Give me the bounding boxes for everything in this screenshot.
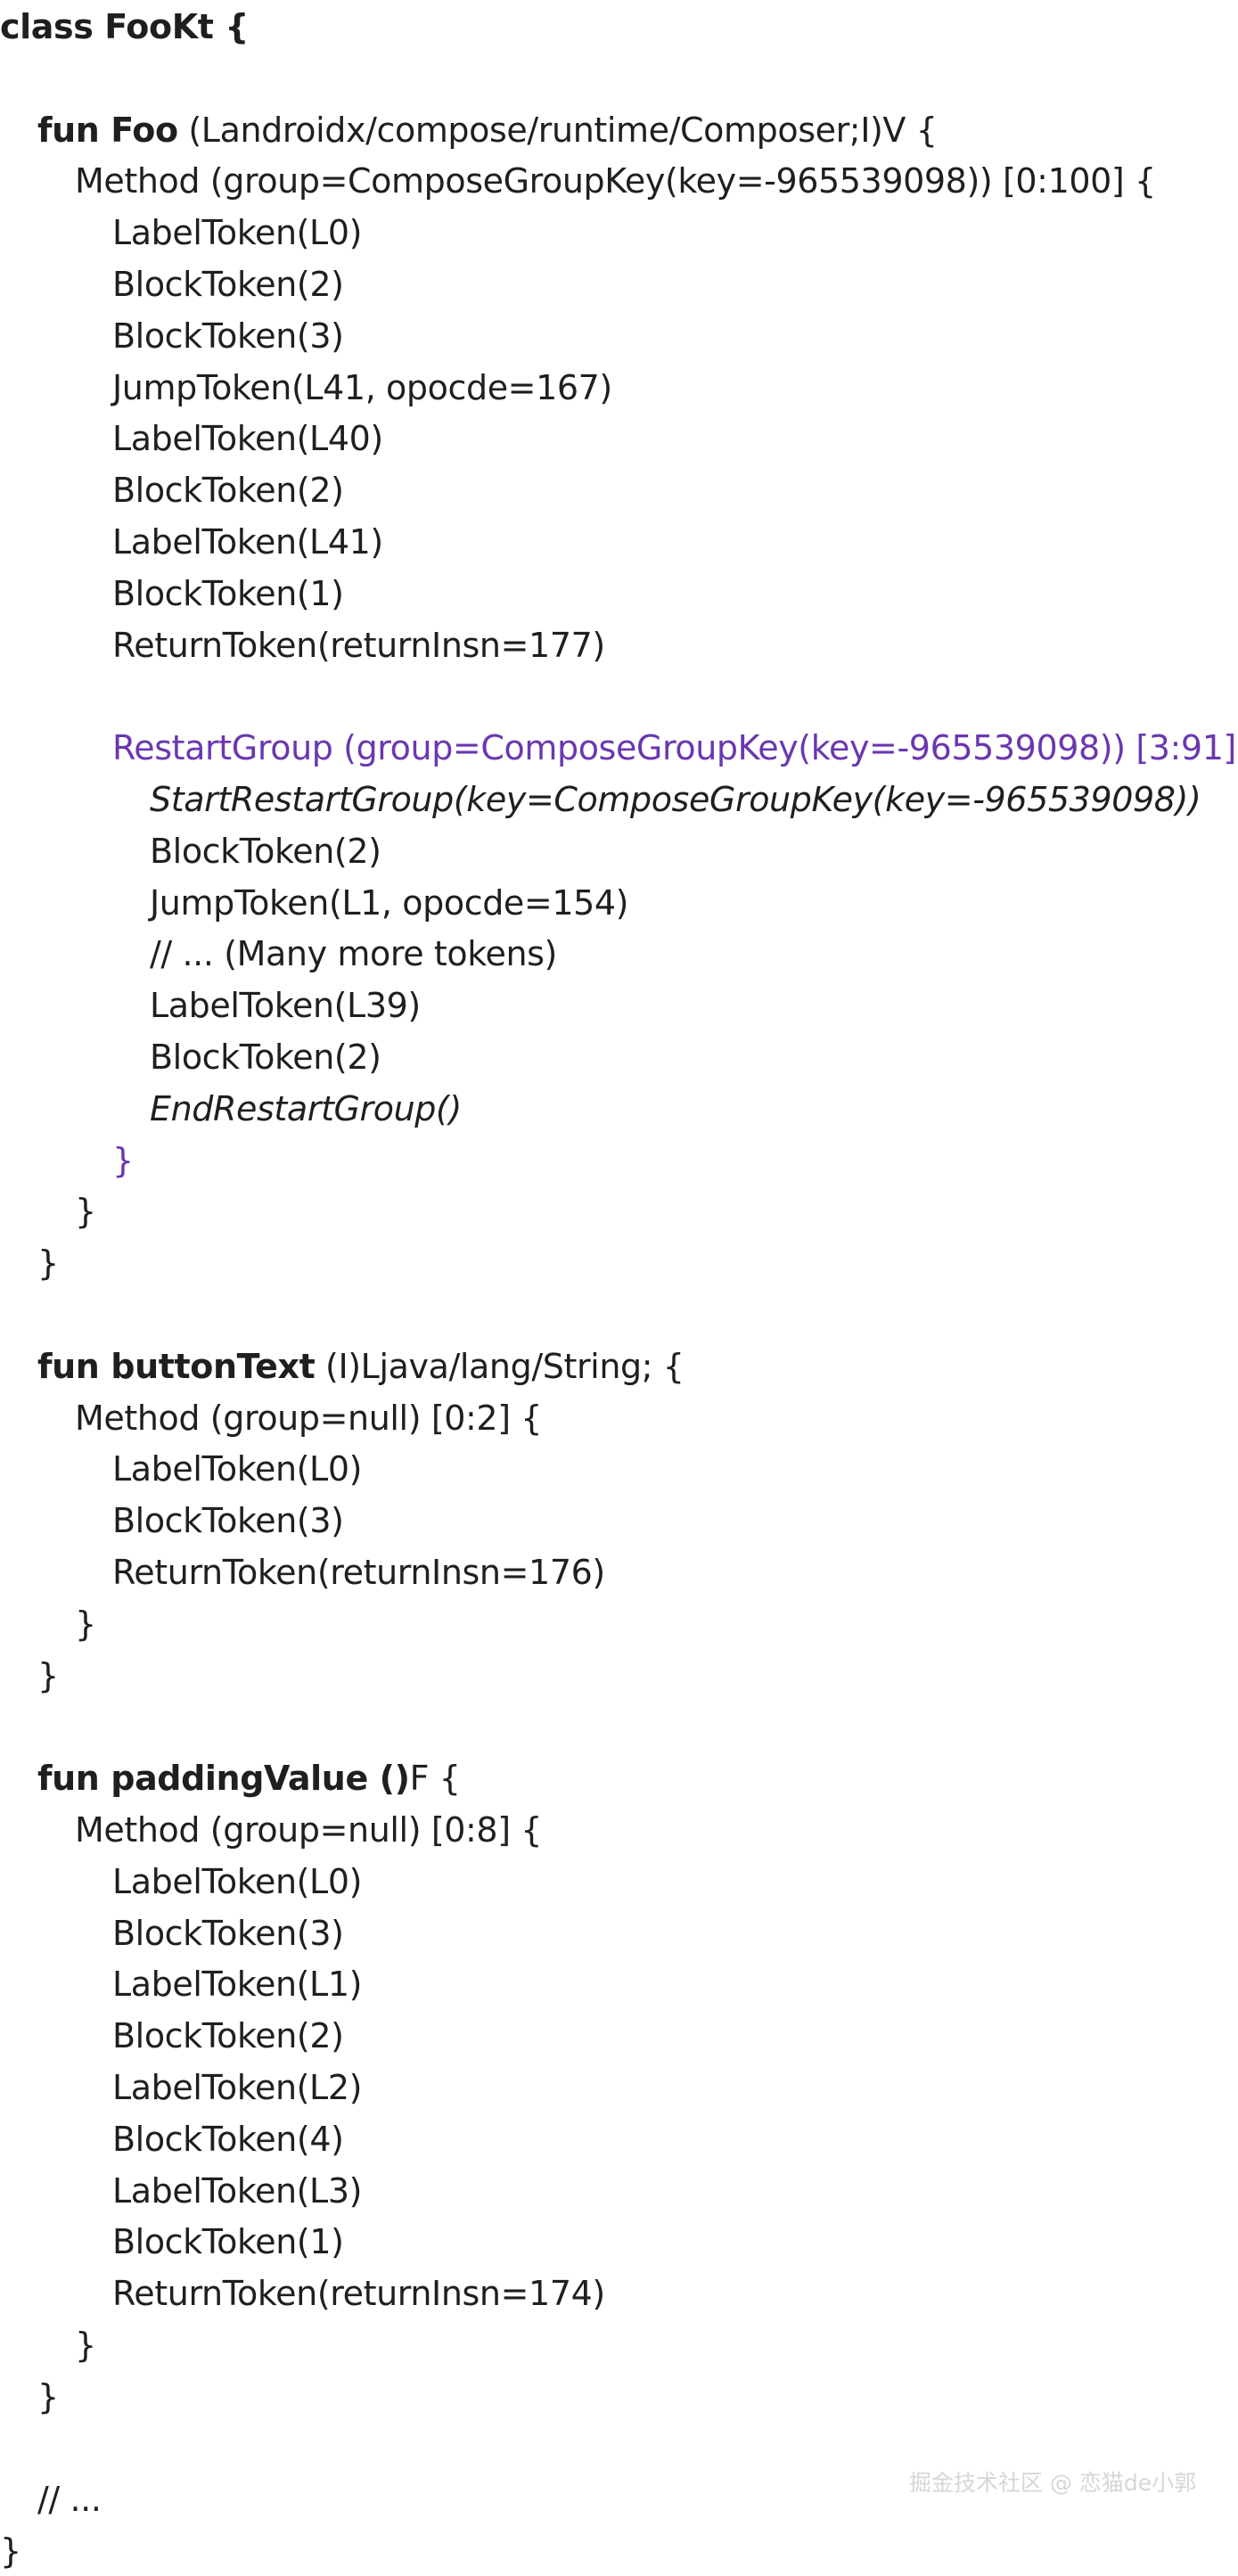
code-line: LabelToken(L0) [112,1444,362,1494]
code-line: } [75,1599,96,1649]
code-text: BlockToken(2) [112,471,344,511]
code-line: LabelToken(L0) [112,208,362,258]
code-text: } [37,2376,59,2416]
code-line: LabelToken(L3) [112,2166,362,2216]
code-line: RestartGroup (group=ComposeGroupKey(key=… [112,723,1238,773]
code-line: fun paddingValue ()F { [37,1753,461,1803]
code-line: fun buttonText (I)Ljava/lang/String; { [37,1341,685,1391]
code-line: BlockToken(2) [112,465,344,515]
code-text: ReturnToken(returnInsn=176) [112,1553,605,1592]
code-text: (I)Ljava/lang/String; { [315,1346,685,1386]
code-line: LabelToken(L2) [112,2063,362,2112]
code-line: Method (group=null) [0:8] { [75,1805,542,1855]
code-text: StartRestartGroup(key=ComposeGroupKey(ke… [150,780,1201,819]
code-line: } [37,2372,59,2422]
code-text: JumpToken(L1, opocde=154) [150,882,629,923]
code-line: LabelToken(L41) [112,517,383,567]
code-line: fun Foo (Landroidx/compose/runtime/Compo… [37,105,938,155]
code-keyword: class FooKt { [0,7,249,46]
code-line: class FooKt { [0,2,249,52]
code-line: } [112,1136,134,1185]
code-text: } [37,1243,59,1284]
code-line: } [75,1186,96,1236]
code-text: } [0,2531,21,2572]
code-line: // ... [37,2474,102,2524]
code-text: LabelToken(L1) [112,1965,363,2005]
code-text: BlockToken(3) [112,316,344,356]
code-text: LabelToken(L2) [112,2068,363,2107]
code-text: BlockToken(3) [112,1913,344,1953]
code-line: JumpToken(L1, opocde=154) [150,878,628,928]
code-text: Method (group=null) [0:2] { [75,1398,543,1438]
code-text: } [75,1192,96,1232]
code-text: LabelToken(L40) [112,419,383,459]
code-text: Method (group=null) [0:8] { [75,1810,543,1850]
code-keyword: fun paddingValue () [37,1759,410,1799]
code-line: ReturnToken(returnInsn=174) [112,2268,605,2318]
code-text: EndRestartGroup() [150,1088,462,1128]
code-line: BlockToken(1) [112,2217,344,2267]
code-text: // ... [37,2480,102,2520]
code-line: Method (group=ComposeGroupKey(key=-96553… [75,156,1156,206]
code-keyword: fun Foo [37,110,178,150]
code-line: BlockToken(1) [112,569,344,619]
code-text: LabelToken(L0) [112,1449,363,1489]
code-line: LabelToken(L1) [112,1959,362,2009]
code-line: StartRestartGroup(key=ComposeGroupKey(ke… [150,775,1201,824]
code-text: RestartGroup (group=ComposeGroupKey(key=… [112,728,1238,768]
code-text: } [75,1604,96,1644]
code-line: BlockToken(4) [112,2114,344,2164]
code-line: EndRestartGroup() [150,1084,462,1134]
code-line: } [0,2526,21,2576]
code-text: BlockToken(1) [112,2222,344,2262]
code-text: BlockToken(4) [112,2119,344,2159]
code-text: ReturnToken(returnInsn=174) [112,2274,605,2314]
code-text: BlockToken(2) [112,265,344,304]
code-line: BlockToken(2) [112,2011,344,2061]
code-text: LabelToken(L39) [150,986,421,1026]
code-line: // ... (Many more tokens) [150,929,557,979]
code-line: LabelToken(L39) [150,980,421,1030]
code-text: // ... (Many more tokens) [150,934,557,974]
code-line: BlockToken(3) [112,1908,344,1958]
code-text: BlockToken(2) [112,2016,344,2056]
watermark: 掘金技术社区 @ 恋猫de小郭 [909,2470,1197,2496]
code-text: JumpToken(L41, opocde=167) [112,367,612,407]
code-text: Method (group=ComposeGroupKey(key=-96553… [75,161,1156,201]
code-text: BlockToken(2) [150,831,381,871]
code-line: } [37,1651,59,1701]
code-text: } [112,1140,134,1180]
code-text: LabelToken(L0) [112,213,363,253]
code-line: LabelToken(L0) [112,1857,362,1907]
code-text: BlockToken(3) [112,1501,344,1541]
code-line: ReturnToken(returnInsn=176) [112,1547,605,1597]
code-text: LabelToken(L0) [112,1861,363,1901]
code-line: BlockToken(3) [112,311,344,361]
code-line: BlockToken(2) [150,826,381,876]
code-line: ReturnToken(returnInsn=177) [112,620,605,670]
code-text: (Landroidx/compose/runtime/Composer;I)V … [177,110,938,150]
code-line: } [37,1238,59,1288]
code-line: LabelToken(L40) [112,414,383,464]
code-text: ReturnToken(returnInsn=177) [112,625,605,665]
code-listing: class FooKt { fun Foo (Landroidx/compose/… [0,0,1238,2571]
code-line: BlockToken(2) [150,1032,381,1082]
code-text: BlockToken(2) [150,1038,381,1077]
code-text: LabelToken(L3) [112,2170,363,2211]
code-text: } [37,1655,59,1695]
code-line: BlockToken(3) [112,1496,344,1546]
code-text: LabelToken(L41) [112,522,383,562]
code-text: BlockToken(1) [112,573,344,613]
code-line: JumpToken(L41, opocde=167) [112,363,612,413]
code-text: F { [409,1759,461,1799]
code-text: } [75,2326,96,2365]
code-line: } [75,2320,96,2370]
code-keyword: fun buttonText [37,1346,316,1386]
code-line: BlockToken(2) [112,259,344,309]
code-line: Method (group=null) [0:2] { [75,1393,542,1443]
